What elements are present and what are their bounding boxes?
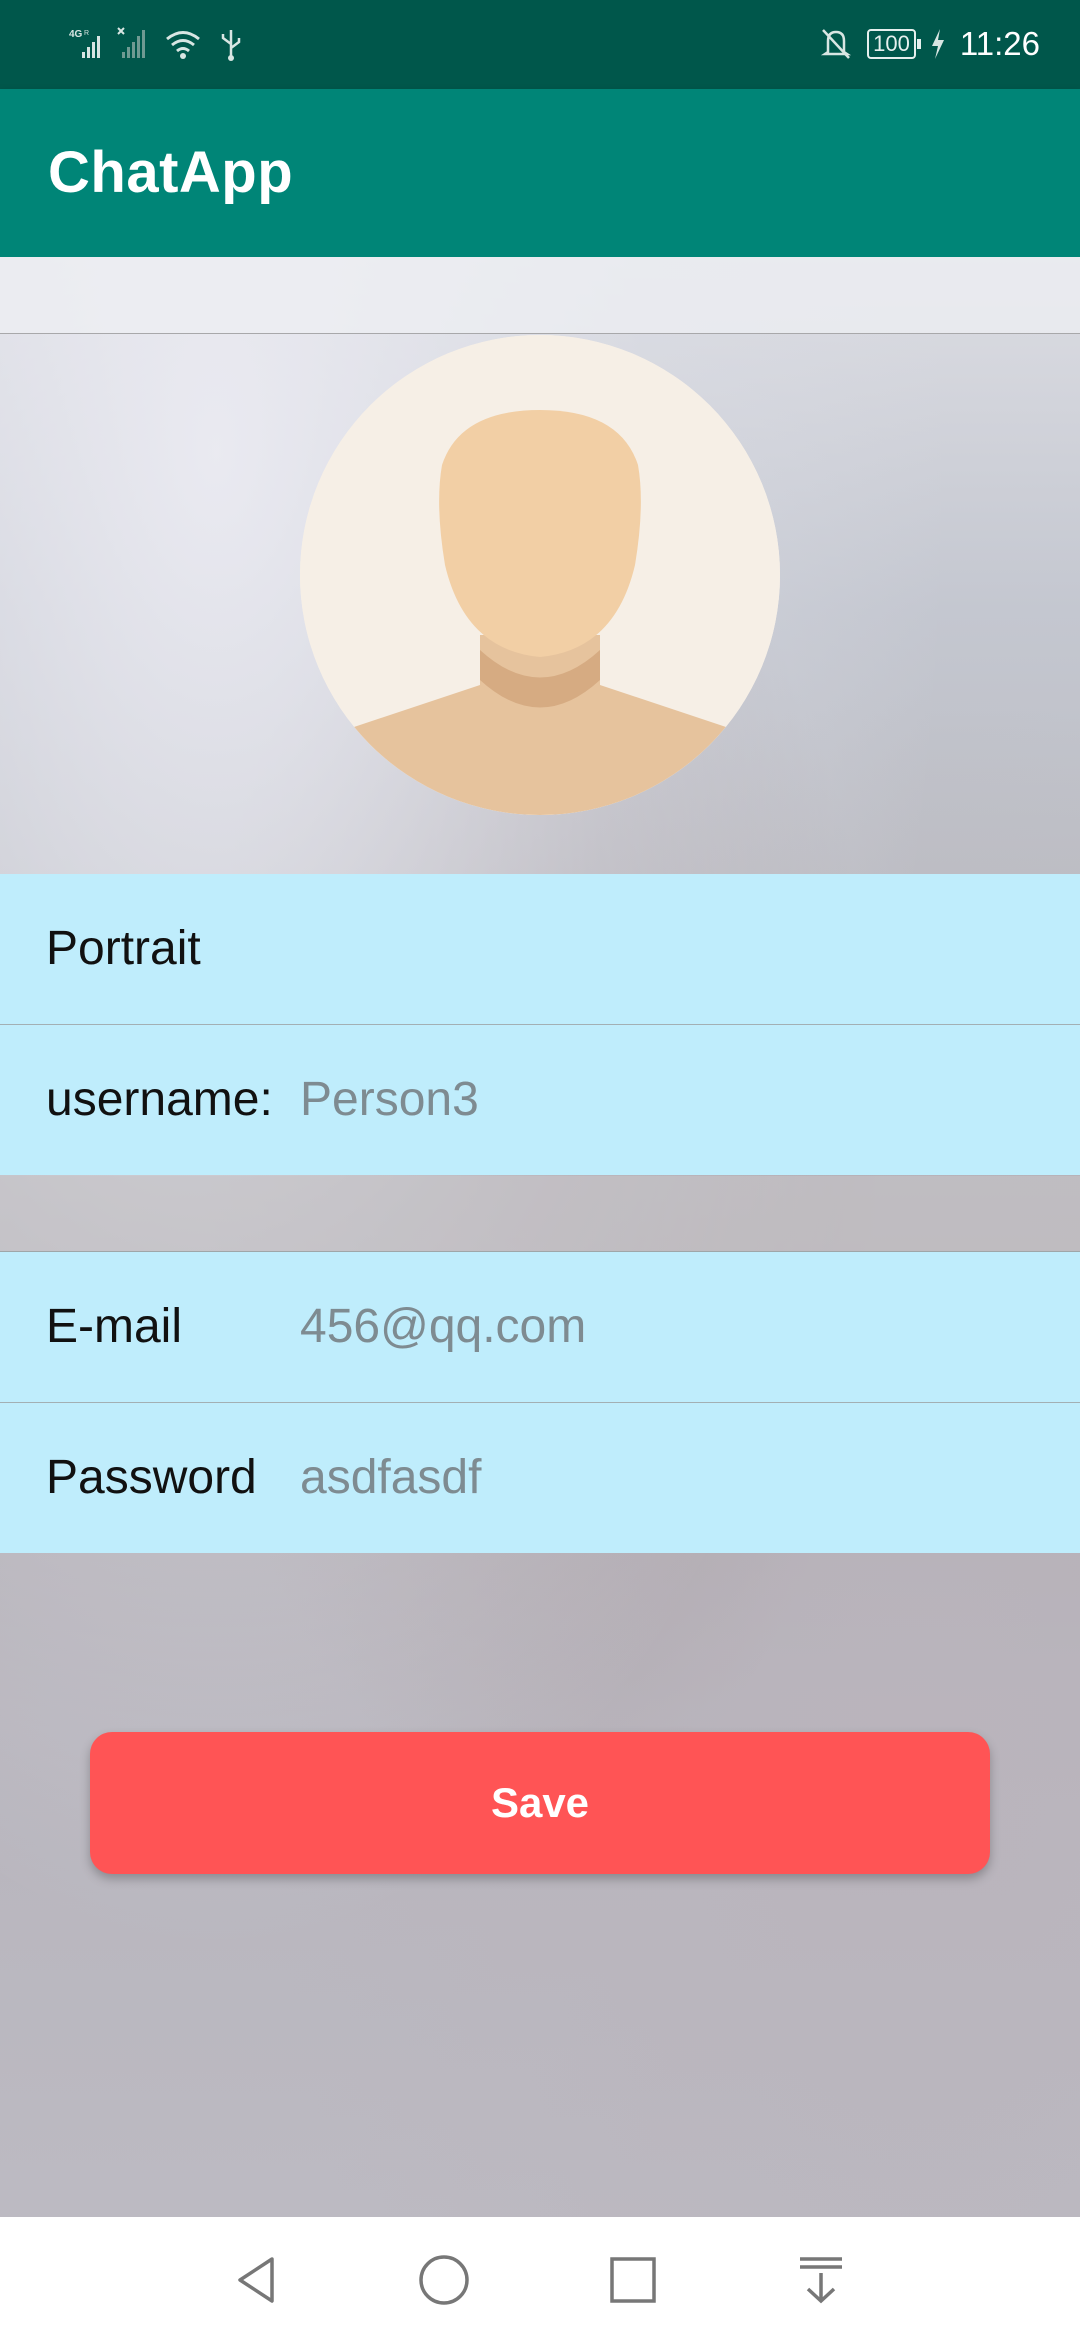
notification-pull-icon[interactable]	[794, 2253, 848, 2307]
status-icons-right: 100 11:26	[819, 22, 1040, 66]
section-gap	[0, 1176, 1080, 1252]
signal-no-sim-icon	[117, 27, 145, 58]
portrait-row[interactable]: Portrait	[0, 874, 1080, 1024]
email-row: E-mail 456@qq.com	[0, 1252, 1080, 1402]
status-bar: 4G R 100 11:26	[0, 0, 1080, 89]
notifications-off-icon	[821, 29, 852, 59]
svg-text:R: R	[84, 30, 89, 37]
portrait-label: Portrait	[46, 922, 201, 975]
battery-icon: 100	[867, 29, 921, 59]
email-label: E-mail	[46, 1300, 183, 1353]
save-button[interactable]: Save	[90, 1732, 990, 1874]
signal-4g-icon: 4G R	[69, 29, 100, 58]
default-avatar-icon	[300, 335, 780, 815]
username-label: username:	[46, 1073, 273, 1126]
back-icon[interactable]	[230, 2253, 284, 2307]
app-title: ChatApp	[48, 140, 294, 205]
password-field[interactable]: asdfasdf	[300, 1403, 481, 1553]
navigation-bar	[0, 2217, 1080, 2340]
username-field[interactable]: Person3	[300, 1025, 479, 1175]
status-icons-left: 4G R	[68, 22, 250, 66]
svg-text:4G: 4G	[69, 29, 83, 40]
wifi-icon	[166, 31, 200, 59]
charging-icon	[931, 29, 944, 59]
password-label: Password	[46, 1451, 257, 1504]
home-icon[interactable]	[417, 2253, 471, 2307]
email-field[interactable]: 456@qq.com	[300, 1252, 586, 1402]
app-bar: ChatApp	[0, 89, 1080, 257]
status-time: 11:26	[959, 25, 1040, 62]
username-row: username: Person3	[0, 1025, 1080, 1175]
usb-icon	[221, 30, 241, 61]
header-strip	[0, 257, 1080, 334]
recents-icon[interactable]	[606, 2253, 660, 2307]
password-row: Password asdfasdf	[0, 1403, 1080, 1553]
avatar[interactable]	[300, 335, 780, 815]
